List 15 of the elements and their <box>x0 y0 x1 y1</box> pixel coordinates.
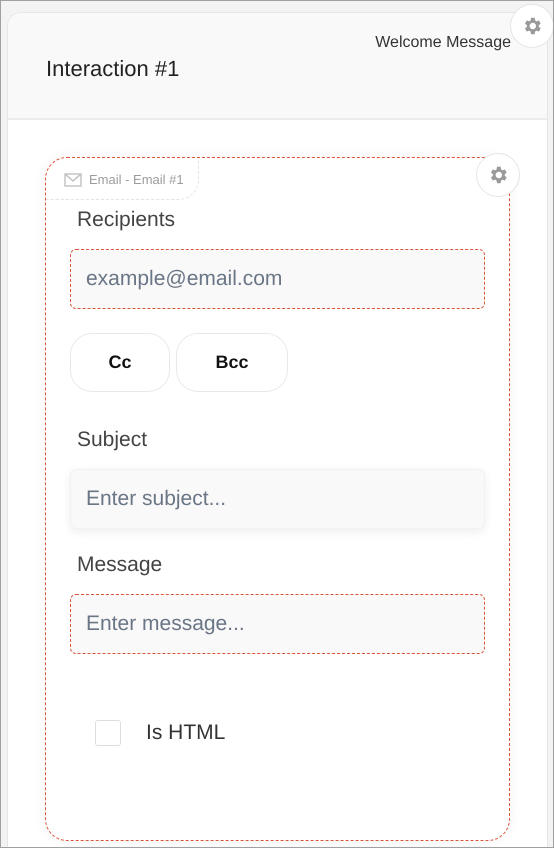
envelope-icon <box>64 172 82 186</box>
settings-button[interactable] <box>476 153 520 197</box>
checkbox-label: Is HTML <box>146 721 226 745</box>
add-recipient-button[interactable]: Bcc <box>176 333 288 392</box>
checkbox[interactable] <box>95 720 121 746</box>
email-tag-label: Email - Email #1 <box>89 172 184 187</box>
field-label: Recipients <box>76 208 176 232</box>
interaction-title: Interaction #1 <box>46 56 180 82</box>
field-label: Message <box>76 553 164 577</box>
add-recipient-button[interactable]: Cc <box>70 333 170 392</box>
field-label: Subject <box>76 428 148 452</box>
settings-button[interactable] <box>510 4 553 48</box>
input-field[interactable]: example@email.com <box>70 249 485 309</box>
input-field[interactable]: Enter message... <box>70 594 485 654</box>
interaction-subtitle: Welcome Message <box>375 34 511 52</box>
